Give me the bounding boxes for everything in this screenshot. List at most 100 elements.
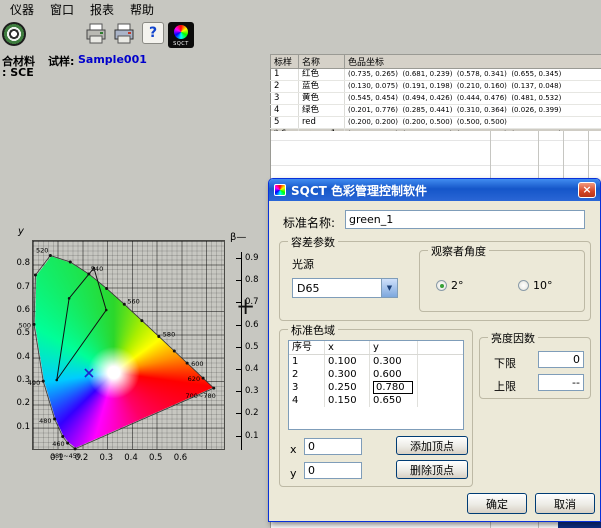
beta-tick-mark [236,391,242,392]
table-row[interactable]: 5red(0.200, 0.200) (0.200, 0.500) (0.500… [271,117,601,129]
x-tick: 0.5 [149,453,163,463]
add-vertex-button[interactable]: 添加顶点 [396,436,468,455]
vertex-row[interactable]: 30.2500.780 [289,381,463,394]
table-row[interactable]: 3黄色(0.545, 0.454) (0.494, 0.426) (0.444,… [271,93,601,105]
cell-id[interactable]: 3 [271,93,299,105]
x-tick: 0.1 [50,453,64,463]
table-row[interactable]: 4绿色(0.201, 0.776) (0.285, 0.441) (0.310,… [271,105,601,117]
ok-button[interactable]: 确定 [467,493,527,514]
x-input[interactable] [304,438,362,455]
sqct-logo-label: SQCT [168,42,194,47]
vertex-table[interactable]: 序号 x y 10.1000.30020.3000.60030.2500.780… [288,340,464,430]
observer-10deg-label: 10° [533,279,553,292]
vertex-cell[interactable]: 0.100 [325,355,370,368]
vertex-cell[interactable]: 0.300 [325,368,370,381]
sqct-logo-icon[interactable]: SQCT [168,22,194,48]
beta-tick: 0.9 [245,253,259,263]
cell-name[interactable]: 蓝色 [299,81,345,93]
vertex-cell[interactable]: 0.250 [325,381,370,394]
cell-id[interactable]: 1 [271,69,299,81]
col-coordinates: 色品坐标 [345,55,601,69]
cell-coords[interactable]: (0.735, 0.265) (0.681, 0.239) (0.578, 0.… [345,69,601,81]
cancel-button[interactable]: 取消 [535,493,595,514]
lower-limit-input[interactable] [538,351,584,368]
y-tick: 0.2 [14,398,30,408]
observer-10deg-radio[interactable]: 10° [518,279,553,292]
vertex-cell[interactable]: 3 [289,381,325,394]
menu-report[interactable]: 报表 [82,0,122,20]
cell-id[interactable]: 2 [271,81,299,93]
luminance-group: 亮度因数 下限 上限 [479,337,591,399]
table-row[interactable]: 1红色(0.735, 0.265) (0.681, 0.239) (0.578,… [271,69,601,81]
vertex-edit-input[interactable]: 0.780 [373,381,413,394]
vertex-cell[interactable]: 0.300 [370,355,418,368]
print-export-icon[interactable] [112,22,136,46]
menu-instrument[interactable]: 仪器 [2,0,42,20]
cell-coords[interactable]: (0.200, 0.200) (0.200, 0.500) (0.500, 0.… [345,117,601,129]
chevron-down-icon[interactable]: ▼ [381,279,397,297]
radio-icon[interactable] [518,280,529,291]
observer-group: 观察者角度 2° 10° [419,250,585,312]
cie-horseshoe [33,241,224,449]
menu-window[interactable]: 窗口 [42,0,82,20]
cell-name[interactable]: red [299,117,345,129]
vertex-cell[interactable]: 0.150 [325,394,370,407]
close-icon[interactable]: × [578,182,596,198]
x-tick: 0.6 [173,453,187,463]
vertex-cell[interactable]: 1 [289,355,325,368]
radio-icon[interactable] [436,280,447,291]
mode-label: : SCE [2,66,34,79]
col-seq: 序号 [289,341,325,354]
cell-coords[interactable]: (0.201, 0.776) (0.285, 0.441) (0.310, 0.… [345,105,601,117]
beta-tick-mark [236,325,242,326]
col-y: y [370,341,418,354]
vertex-cell[interactable]: 0.650 [370,394,418,407]
dialog-titlebar[interactable]: SQCT 色彩管理控制软件 × [269,179,600,201]
vertex-row[interactable]: 10.1000.300 [289,355,463,368]
upper-limit-label: 上限 [494,378,516,394]
cell-name[interactable]: 绿色 [299,105,345,117]
y-input[interactable] [304,462,362,479]
vertex-cell[interactable]: 0.780 [370,381,418,394]
delete-vertex-button[interactable]: 删除顶点 [396,460,468,479]
cell-coords[interactable]: (0.130, 0.075) (0.191, 0.198) (0.210, 0.… [345,81,601,93]
y-tick: 0.3 [14,375,30,385]
light-source-value: D65 [293,282,381,295]
plot-area [32,240,225,450]
vertex-cell[interactable]: 4 [289,394,325,407]
gamut-group-caption: 标准色域 [288,322,338,338]
luminance-group-caption: 亮度因数 [488,330,538,346]
observer-2deg-label: 2° [451,279,464,292]
observer-2deg-radio[interactable]: 2° [436,279,464,292]
dialog-sqct: SQCT 色彩管理控制软件 × 标准名称: 容差参数 光源 D65 ▼ 观察者角… [268,178,601,522]
y-tick: 0.6 [14,305,30,315]
x-tick: 0.2 [74,453,88,463]
print-icon[interactable] [84,22,108,46]
cell-coords[interactable]: (0.545, 0.454) (0.494, 0.426) (0.444, 0.… [345,93,601,105]
col-name: 名称 [299,55,345,69]
cell-id[interactable]: 4 [271,105,299,117]
light-source-select[interactable]: D65 ▼ [292,278,398,298]
x-label: x [290,443,297,456]
cell-id[interactable]: 5 [271,117,299,129]
sample-label: 试样: [48,53,74,69]
beta-axis-label: β— [230,232,246,243]
help-icon[interactable]: ? [142,22,164,44]
standard-name-input[interactable] [345,210,585,229]
target-icon[interactable] [2,22,26,46]
upper-limit-input[interactable] [538,374,584,391]
beta-tick-mark [236,413,242,414]
y-tick: 0.5 [14,328,30,338]
standard-name-label: 标准名称: [283,214,335,231]
vertex-cell[interactable]: 0.600 [370,368,418,381]
vertex-row[interactable]: 20.3000.600 [289,368,463,381]
table-row[interactable]: 2蓝色(0.130, 0.075) (0.191, 0.198) (0.210,… [271,81,601,93]
beta-tick: 0.2 [245,408,259,418]
cell-name[interactable]: 红色 [299,69,345,81]
vertex-cell[interactable]: 2 [289,368,325,381]
cell-name[interactable]: 黄色 [299,93,345,105]
menu-help[interactable]: 帮助 [122,0,162,20]
standards-header-row: 标样 名称 色品坐标 [271,55,601,69]
vertex-row[interactable]: 40.1500.650 [289,394,463,407]
x-tick: 0.3 [99,453,113,463]
